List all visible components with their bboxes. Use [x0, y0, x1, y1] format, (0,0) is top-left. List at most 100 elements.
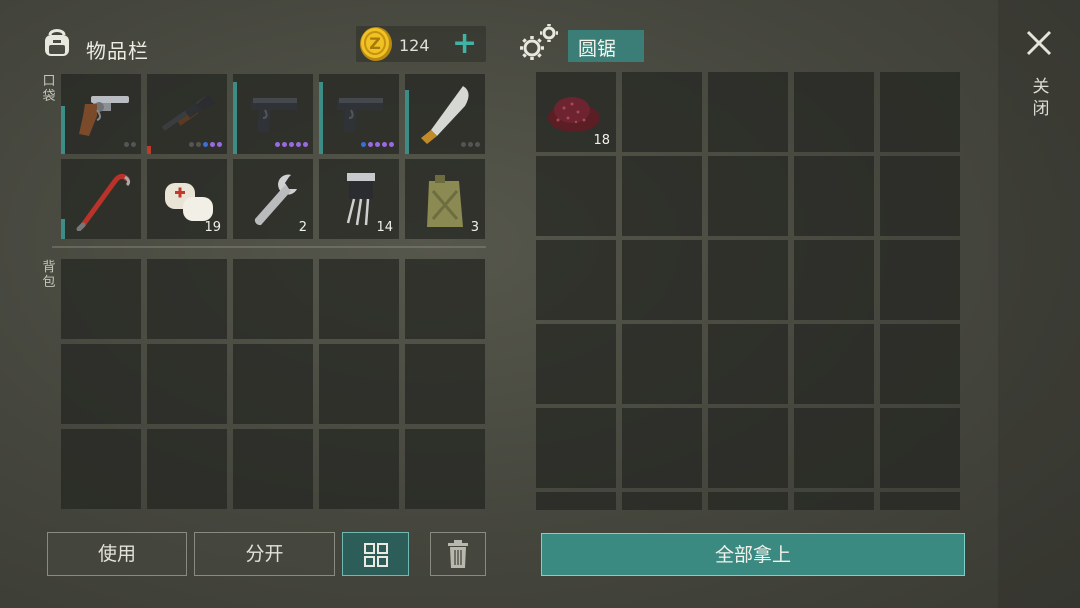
item-count: 2 [298, 220, 307, 235]
coin-count: 124 [399, 36, 430, 55]
close-icon[interactable] [1022, 26, 1056, 60]
station-slot[interactable] [622, 408, 702, 488]
station-slot[interactable] [622, 324, 702, 404]
trash-icon [448, 540, 468, 568]
station-slot[interactable] [794, 240, 874, 320]
station-slot[interactable]: 18 [536, 72, 616, 152]
station-slot[interactable] [880, 156, 960, 236]
station-slot[interactable] [536, 408, 616, 488]
attachment-dot [368, 142, 373, 147]
pocket-slot[interactable] [319, 74, 399, 154]
station-slot[interactable] [536, 240, 616, 320]
station-slot[interactable] [880, 324, 960, 404]
revolver-icon [79, 96, 129, 136]
pocket-slot[interactable]: 19 [147, 159, 227, 239]
backpack-slot[interactable] [233, 344, 313, 424]
attachment-dot [389, 142, 394, 147]
item-count: 3 [470, 220, 479, 235]
station-slot[interactable] [708, 72, 788, 152]
station-slot[interactable] [622, 492, 702, 510]
attachment-dots [189, 142, 222, 148]
attachment-dot [475, 142, 480, 147]
attachment-dot [468, 142, 473, 147]
backpack-slot[interactable] [147, 344, 227, 424]
attachment-dot [303, 142, 308, 147]
station-slot[interactable] [708, 156, 788, 236]
attachment-dot [124, 142, 129, 147]
sort-grid-button[interactable] [342, 532, 409, 576]
pocket-slot[interactable]: 14 [319, 159, 399, 239]
pocket-slot[interactable] [233, 74, 313, 154]
durability-bar [233, 82, 237, 154]
durability-bar [405, 90, 409, 154]
backpack-slot[interactable] [147, 259, 227, 339]
station-slot[interactable] [794, 156, 874, 236]
split-button[interactable]: 分开 [194, 532, 335, 576]
station-slot[interactable] [794, 324, 874, 404]
take-all-button[interactable]: 全部拿上 [541, 533, 965, 576]
station-slot[interactable] [880, 240, 960, 320]
durability-bar [61, 106, 65, 154]
backpack-slot[interactable] [61, 344, 141, 424]
backpack-slot[interactable] [61, 259, 141, 339]
pocket-slot[interactable]: 3 [405, 159, 485, 239]
backpack-slot[interactable] [319, 429, 399, 509]
pocket-slot[interactable]: 2 [233, 159, 313, 239]
station-slot[interactable] [536, 156, 616, 236]
pistol-icon [337, 98, 383, 132]
attachment-dot [289, 142, 294, 147]
svg-text:Z: Z [369, 34, 381, 53]
crowbar-icon [76, 173, 131, 231]
section-divider [52, 246, 486, 248]
backpack-slot[interactable] [147, 429, 227, 509]
station-slot[interactable] [622, 156, 702, 236]
station-slot[interactable] [708, 492, 788, 510]
attachment-dot [275, 142, 280, 147]
coin-icon: Z [360, 27, 392, 61]
inventory-title: 物品栏 [86, 39, 149, 63]
close-label[interactable]: 关闭 [1028, 76, 1054, 120]
wrench-icon [254, 174, 297, 226]
backpack-slot[interactable] [319, 344, 399, 424]
station-slot[interactable] [622, 240, 702, 320]
durability-bar [61, 219, 65, 239]
attachment-dot [203, 142, 208, 147]
backpack-slot[interactable] [405, 344, 485, 424]
station-slot[interactable] [794, 72, 874, 152]
backpack-slot[interactable] [405, 429, 485, 509]
station-slot[interactable] [880, 408, 960, 488]
pocket-slot[interactable] [405, 74, 485, 154]
attachment-dots [124, 142, 136, 148]
attachment-dot [131, 142, 136, 147]
station-slot[interactable] [794, 408, 874, 488]
pocket-slot[interactable] [147, 74, 227, 154]
station-slot[interactable] [708, 408, 788, 488]
pocket-slot[interactable] [61, 159, 141, 239]
backpack-slot[interactable] [405, 259, 485, 339]
gears-icon [520, 24, 558, 60]
use-button[interactable]: 使用 [47, 532, 187, 576]
station-slot[interactable] [708, 324, 788, 404]
station-slot[interactable] [880, 492, 960, 510]
backpack-icon [45, 29, 69, 56]
station-slot[interactable] [536, 324, 616, 404]
machete-icon [421, 86, 469, 144]
item-count: 14 [376, 220, 393, 235]
station-slot[interactable] [622, 72, 702, 152]
plus-icon[interactable]: + [452, 29, 477, 59]
backpack-slot[interactable] [233, 429, 313, 509]
station-grid: 18 [536, 72, 964, 510]
pocket-slot[interactable] [61, 74, 141, 154]
backpack-slot[interactable] [61, 429, 141, 509]
station-slot[interactable] [708, 240, 788, 320]
attachment-dot [361, 142, 366, 147]
attachment-dot [296, 142, 301, 147]
station-slot[interactable] [880, 72, 960, 152]
station-slot[interactable] [794, 492, 874, 510]
station-slot[interactable] [536, 492, 616, 510]
attachment-dots [461, 142, 480, 148]
backpack-slot[interactable] [233, 259, 313, 339]
backpack-label: 背包 [42, 260, 56, 290]
backpack-slot[interactable] [319, 259, 399, 339]
trash-button[interactable] [430, 532, 486, 576]
